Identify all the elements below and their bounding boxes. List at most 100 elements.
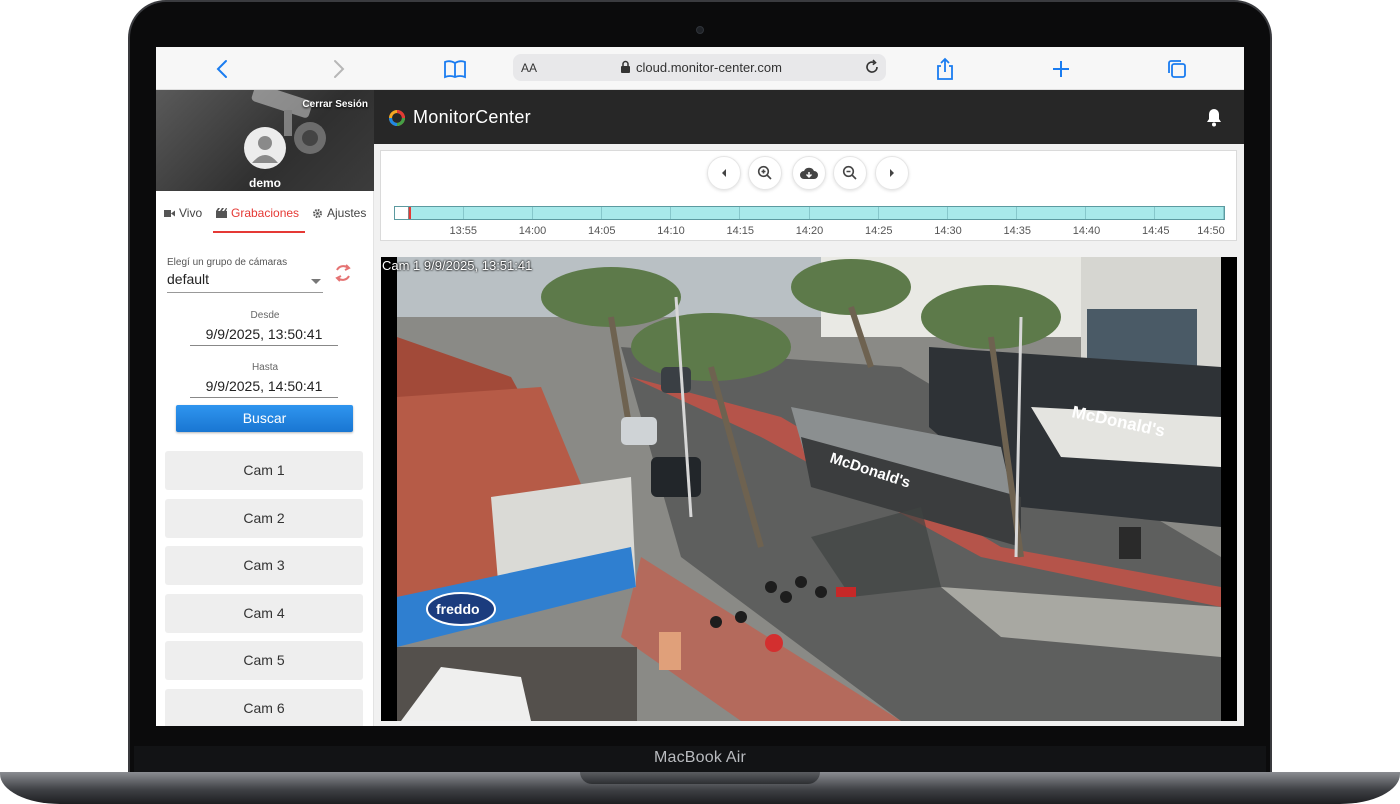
camera-item-1[interactable]: Cam 1 — [165, 451, 363, 490]
tab-ajustes-label: Ajustes — [327, 206, 367, 220]
freddo-sign: freddo — [436, 601, 480, 617]
address-bar[interactable]: AA cloud.monitor-center.com — [513, 54, 886, 81]
camera-item-2[interactable]: Cam 2 — [165, 498, 363, 538]
tab-ajustes[interactable]: Ajustes — [312, 205, 366, 221]
avatar — [244, 127, 286, 169]
film-icon — [216, 208, 227, 218]
reader-aa-button[interactable]: AA — [521, 61, 537, 75]
back-button[interactable] — [210, 56, 236, 82]
zoom-out-button[interactable] — [833, 156, 867, 190]
timeline-tick — [946, 207, 948, 219]
camera-item-6[interactable]: Cam 6 — [165, 688, 363, 726]
profile-header: Cerrar Sesión demo — [156, 90, 374, 191]
caret-right-icon — [890, 169, 894, 177]
group-select-label: Elegí un grupo de cámaras — [167, 257, 288, 268]
tab-vivo[interactable]: Vivo — [164, 205, 202, 221]
to-date-field[interactable]: 9/9/2025, 14:50:41 — [190, 378, 338, 398]
webcam-dot — [696, 26, 704, 34]
laptop-base-notch — [580, 772, 820, 784]
laptop-model-label: MacBook Air — [653, 749, 746, 766]
bell-icon[interactable] — [1205, 107, 1223, 127]
brand: MonitorCenter — [388, 107, 531, 128]
tab-vivo-label: Vivo — [179, 206, 203, 220]
video-timestamp-overlay: Cam 1 9/9/2025, 13:51:41 — [382, 258, 533, 273]
timeline-tick — [1015, 207, 1017, 219]
timeline-tick — [601, 207, 603, 219]
chevron-right-icon — [334, 60, 345, 78]
timeline-tick-label: 14:05 — [587, 225, 616, 237]
share-icon — [937, 57, 953, 80]
camera-group-value: default — [167, 271, 210, 287]
search-button[interactable]: Buscar — [176, 405, 353, 432]
lock-icon — [621, 60, 630, 73]
timeline-tick-label: 14:50 — [1197, 225, 1225, 237]
timeline-tick-label: 14:15 — [726, 225, 755, 237]
new-tab-button[interactable] — [1048, 56, 1074, 82]
tab-grabaciones[interactable]: Grabaciones — [216, 205, 299, 221]
timeline-tick-label: 14:20 — [795, 225, 824, 237]
timeline-tick-label: 14:00 — [518, 225, 547, 237]
timeline-start-gap — [395, 207, 409, 219]
cloud-download-icon — [800, 167, 818, 179]
timeline-prev-button[interactable] — [707, 156, 741, 190]
timeline-panel: 13:55 14:00 14:05 14:10 14:15 14:20 14:25 14:30… — [380, 150, 1237, 241]
logout-link[interactable]: Cerrar Sesión — [302, 99, 368, 110]
reload-icon[interactable] — [863, 58, 881, 76]
monitorcenter-logo-icon — [389, 109, 405, 126]
timeline-tick-label: 14:40 — [1072, 225, 1101, 237]
forward-button[interactable] — [325, 56, 351, 82]
timeline-tick — [532, 207, 534, 219]
caret-left-icon — [722, 169, 726, 177]
brand-name: MonitorCenter — [413, 107, 531, 127]
caret-down-icon — [311, 279, 321, 284]
download-button[interactable] — [792, 156, 826, 190]
sidebar: Cerrar Sesión demo Vivo Grabaciones Ajus… — [156, 90, 374, 726]
timeline-tick-label: 13:55 — [449, 225, 478, 237]
timeline-tick — [739, 207, 741, 219]
bookmarks-button[interactable] — [442, 56, 468, 82]
app-topbar: MonitorCenter — [374, 90, 1244, 144]
camera-video-frame[interactable]: McDonald's McDonald's freddo Cam 1 9/9/2… — [381, 257, 1237, 721]
book-icon — [444, 60, 466, 79]
zoom-out-icon — [842, 165, 857, 180]
tabs-icon — [1168, 60, 1186, 78]
gear-icon — [312, 208, 323, 218]
timeline-tick-label: 14:10 — [657, 225, 685, 237]
timeline-tick — [1223, 207, 1224, 219]
camera-item-4[interactable]: Cam 4 — [165, 593, 363, 633]
to-label: Hasta — [251, 362, 279, 373]
chevron-left-icon — [216, 60, 227, 78]
refresh-icon[interactable] — [332, 262, 354, 284]
from-label: Desde — [250, 310, 280, 321]
share-button[interactable] — [932, 56, 958, 82]
user-icon — [252, 136, 278, 163]
camera-item-5[interactable]: Cam 5 — [165, 641, 363, 680]
zoom-in-button[interactable] — [748, 156, 782, 190]
tab-grabaciones-label: Grabaciones — [231, 206, 300, 220]
camera-list: Cam 1 Cam 2 Cam 3 Cam 4 Cam 5 Cam 6 — [165, 451, 363, 726]
timeline-tick — [1084, 207, 1086, 219]
camera-group-select[interactable]: default — [167, 271, 323, 293]
zoom-in-icon — [757, 165, 772, 180]
street-scene-image: McDonald's McDonald's freddo — [381, 257, 1237, 721]
tabs-overview-button[interactable] — [1164, 56, 1190, 82]
timeline-next-button[interactable] — [875, 156, 909, 190]
url-text: cloud.monitor-center.com — [636, 60, 782, 75]
from-date-field[interactable]: 9/9/2025, 13:50:41 — [190, 326, 338, 346]
timeline-track[interactable] — [394, 206, 1225, 220]
timeline-tick — [670, 207, 672, 219]
timeline-tick-label: 14:35 — [1003, 225, 1032, 237]
username: demo — [248, 176, 281, 190]
screen: AA cloud.monitor-center.com Cerrar Sesió… — [156, 47, 1244, 726]
timeline-tick — [808, 207, 810, 219]
camera-item-3[interactable]: Cam 3 — [165, 546, 363, 585]
timeline-tick-label: 14:45 — [1141, 225, 1170, 237]
timeline-playhead[interactable] — [409, 207, 411, 219]
timeline-tick — [463, 207, 465, 219]
timeline-tick-label: 14:30 — [934, 225, 962, 237]
sidebar-tabs: Vivo Grabaciones Ajustes — [156, 205, 374, 235]
timeline-tick-label: 14:25 — [864, 225, 893, 237]
timeline-tick — [877, 207, 879, 219]
active-tab-indicator — [213, 231, 305, 233]
browser-toolbar: AA cloud.monitor-center.com — [156, 47, 1244, 90]
